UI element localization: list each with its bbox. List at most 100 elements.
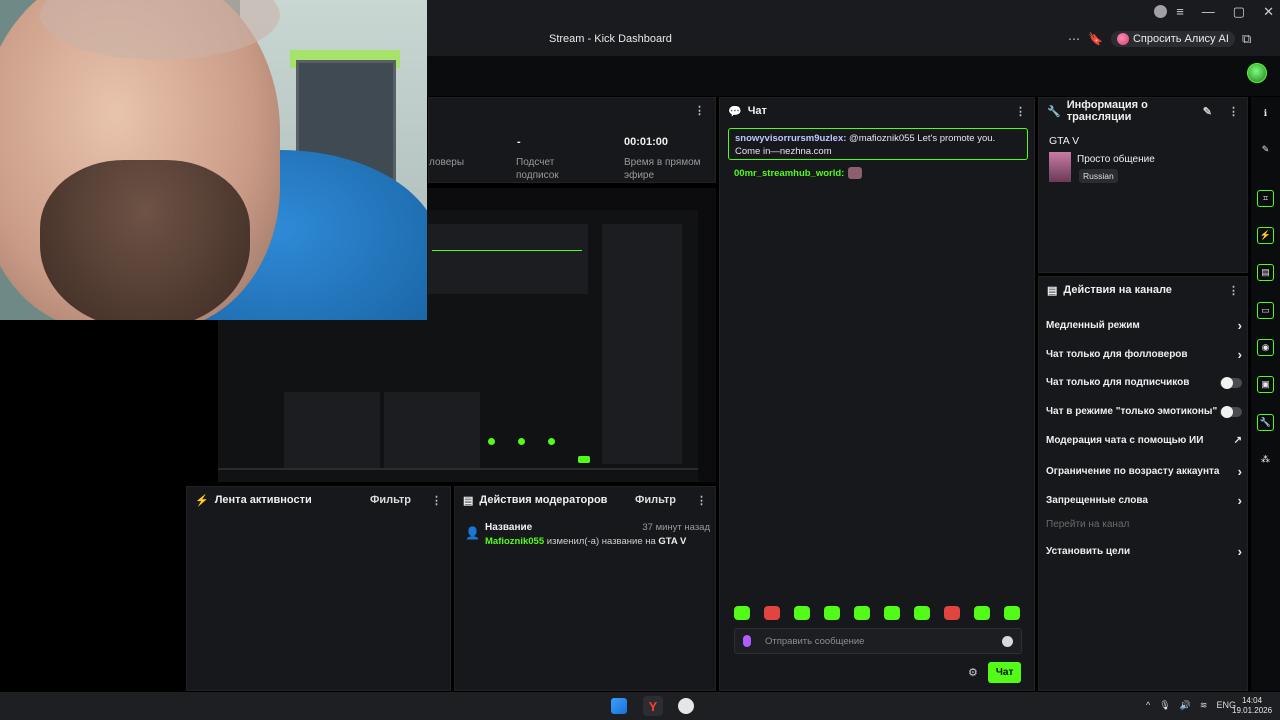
more-icon[interactable]: ⋯ bbox=[1068, 32, 1080, 46]
tray-volume-icon[interactable]: 🔊 bbox=[1180, 700, 1191, 711]
stream-stats-panel: ⋮ ловеры - Подсчет подписок 00:01:00 Вре… bbox=[428, 97, 716, 183]
preview-mod-block bbox=[384, 392, 480, 468]
page-title: Stream - Kick Dashboard bbox=[549, 33, 672, 45]
stream-info-menu-icon[interactable]: ⋮ bbox=[1228, 105, 1239, 118]
pencil-icon[interactable]: ✎ bbox=[1257, 141, 1274, 158]
chevron-right-icon: › bbox=[1237, 464, 1242, 479]
mod-filter-button[interactable]: Фильтр bbox=[635, 494, 676, 506]
info-icon[interactable]: ℹ bbox=[1257, 105, 1274, 122]
emotes-only-toggle[interactable] bbox=[1220, 405, 1242, 418]
emote-icon[interactable] bbox=[974, 606, 990, 620]
live-time-label-1: Время в прямом bbox=[624, 157, 701, 168]
subscribers-only-item: Чат только для подписчиков bbox=[1046, 376, 1242, 389]
bookmark-icon[interactable]: 🔖 bbox=[1088, 32, 1103, 46]
emote-icon[interactable] bbox=[884, 606, 900, 620]
yandex-browser-icon[interactable]: Y bbox=[643, 696, 663, 716]
minimize-icon[interactable]: — bbox=[1202, 4, 1215, 20]
language-tag: Russian bbox=[1079, 169, 1118, 183]
subs-label-1: Подсчет bbox=[516, 157, 555, 168]
channel-actions-menu-icon[interactable]: ⋮ bbox=[1228, 284, 1239, 297]
chevron-right-icon: › bbox=[1237, 544, 1242, 559]
emote-icon[interactable] bbox=[944, 606, 960, 620]
slow-mode-item[interactable]: Медленный режим › bbox=[1046, 318, 1242, 333]
chat-message-username[interactable]: 00mr_streamhub_world: bbox=[734, 168, 844, 179]
send-chat-button[interactable]: Чат bbox=[987, 662, 1022, 683]
mod-actions-panel: ▤ Действия модераторов Фильтр ⋮ 👤 Назван… bbox=[454, 486, 716, 691]
emote-bar bbox=[734, 606, 1020, 620]
set-goals-item[interactable]: Установить цели › bbox=[1046, 544, 1242, 559]
screen: ≡ — ▢ ✕ Stream - Kick Dashboard ⋯ 🔖 Спро… bbox=[0, 0, 1280, 720]
scan-icon[interactable]: ⌗ bbox=[1257, 190, 1274, 207]
mod-entry-text: изменил(-а) название на bbox=[546, 536, 656, 547]
clock-time: 14:04 bbox=[1242, 696, 1263, 705]
sidebar-toggle-icon[interactable]: ⧉ bbox=[1242, 31, 1251, 47]
emote-icon[interactable] bbox=[854, 606, 870, 620]
preview-chat-block bbox=[428, 224, 588, 294]
emote-icon[interactable] bbox=[734, 606, 750, 620]
preview-pin-line bbox=[432, 250, 582, 251]
mod-entry-value: GTA V bbox=[658, 536, 687, 547]
broadcast-icon[interactable]: ◉ bbox=[1257, 339, 1274, 356]
maximize-icon[interactable]: ▢ bbox=[1233, 4, 1245, 20]
account-age-item[interactable]: Ограничение по возрасту аккаунта › bbox=[1046, 464, 1242, 479]
tray-mic-icon[interactable]: 🎙 bbox=[1159, 700, 1170, 711]
mod-menu-icon[interactable]: ⋮ bbox=[696, 494, 707, 507]
start-windows-icon[interactable] bbox=[611, 698, 627, 714]
stream-category: Просто общение bbox=[1077, 154, 1155, 165]
emote-icon[interactable] bbox=[794, 606, 810, 620]
chat-bubble-icon[interactable]: ▭ bbox=[1257, 302, 1274, 319]
live-time-label-2: эфире bbox=[624, 170, 655, 181]
chat-settings-gear-icon[interactable]: ⚙ bbox=[968, 666, 978, 679]
banned-words-item[interactable]: Запрещенные слова › bbox=[1046, 493, 1242, 508]
activity-feed-title: Лента активности bbox=[214, 494, 312, 506]
activity-menu-icon[interactable]: ⋮ bbox=[431, 494, 442, 507]
microphone-icon[interactable] bbox=[743, 635, 751, 647]
subscribers-only-toggle[interactable] bbox=[1220, 376, 1242, 389]
address-tools: ⋯ 🔖 Спросить Алису AI bbox=[1068, 31, 1235, 47]
live-time-value: 00:01:00 bbox=[624, 136, 669, 148]
mod-entry-user[interactable]: Mafioznik055 bbox=[485, 536, 544, 547]
activity-feed-header: ⚡ Лента активности Фильтр ⋮ bbox=[187, 487, 450, 513]
emote-icon[interactable] bbox=[824, 606, 840, 620]
webcam-overlay bbox=[0, 0, 427, 320]
chat-menu-icon[interactable]: ⋮ bbox=[1015, 105, 1026, 118]
chat-message-input[interactable]: Отправить сообщение bbox=[734, 628, 1022, 654]
pinned-message[interactable]: snowyvisorrursm9uzlex: @mafioznik055 Let… bbox=[728, 128, 1028, 160]
tray-wifi-icon[interactable]: ≋ bbox=[1200, 700, 1208, 711]
preview-emote bbox=[488, 438, 495, 445]
followers-label: ловеры bbox=[429, 157, 465, 168]
ask-alice-button[interactable]: Спросить Алису AI bbox=[1110, 31, 1235, 47]
ai-moderation-item[interactable]: Модерация чата с помощью ИИ ↗ bbox=[1046, 435, 1242, 446]
browser-menu-icon[interactable]: ≡ bbox=[1176, 4, 1184, 20]
stats-menu-icon[interactable]: ⋮ bbox=[694, 104, 705, 117]
subscribers-only-label: Чат только для подписчиков bbox=[1046, 377, 1190, 388]
profile-avatar-icon[interactable] bbox=[1154, 5, 1167, 18]
tools-icon[interactable]: 🔧 bbox=[1257, 414, 1274, 431]
lightning-icon: ⚡ bbox=[195, 494, 209, 507]
document-icon[interactable]: ▤ bbox=[1257, 264, 1274, 281]
screen-share-icon[interactable]: ▣ bbox=[1257, 376, 1274, 393]
emotes-only-item: Чат в режиме "только эмотиконы" bbox=[1046, 405, 1242, 418]
windows-taskbar: Y ^ 🎙 🔊 ≋ ENG 14:04 19.01.2026 bbox=[0, 692, 1280, 720]
emote-icon[interactable] bbox=[914, 606, 930, 620]
preview-taskbar-line bbox=[218, 468, 698, 470]
emoji-picker-icon[interactable] bbox=[1002, 635, 1013, 647]
user-avatar[interactable] bbox=[1247, 63, 1267, 83]
tray-chevron-icon[interactable]: ^ bbox=[1146, 700, 1150, 711]
network-icon[interactable]: ⁂ bbox=[1257, 451, 1274, 468]
activity-filter-button[interactable]: Фильтр bbox=[370, 494, 411, 506]
system-tray: ^ 🎙 🔊 ≋ ENG bbox=[1146, 700, 1236, 711]
chat-emote-icon bbox=[848, 167, 863, 179]
stream-info-title: Информация о трансляции bbox=[1066, 99, 1148, 123]
pinned-username[interactable]: snowyvisorrursm9uzlex: bbox=[735, 133, 846, 144]
emote-icon[interactable] bbox=[764, 606, 780, 620]
edit-pencil-icon[interactable]: ✎ bbox=[1203, 105, 1212, 118]
taskbar-clock[interactable]: 14:04 19.01.2026 bbox=[1232, 696, 1272, 716]
obs-icon[interactable] bbox=[678, 698, 694, 714]
go-to-channel-item[interactable]: Перейти на канал bbox=[1046, 519, 1242, 530]
lightning-icon[interactable]: ⚡ bbox=[1257, 227, 1274, 244]
close-icon[interactable]: ✕ bbox=[1263, 4, 1274, 20]
emote-icon[interactable] bbox=[1004, 606, 1020, 620]
followers-only-item[interactable]: Чат только для фолловеров › bbox=[1046, 347, 1242, 362]
ai-moderation-label: Модерация чата с помощью ИИ bbox=[1046, 435, 1204, 446]
